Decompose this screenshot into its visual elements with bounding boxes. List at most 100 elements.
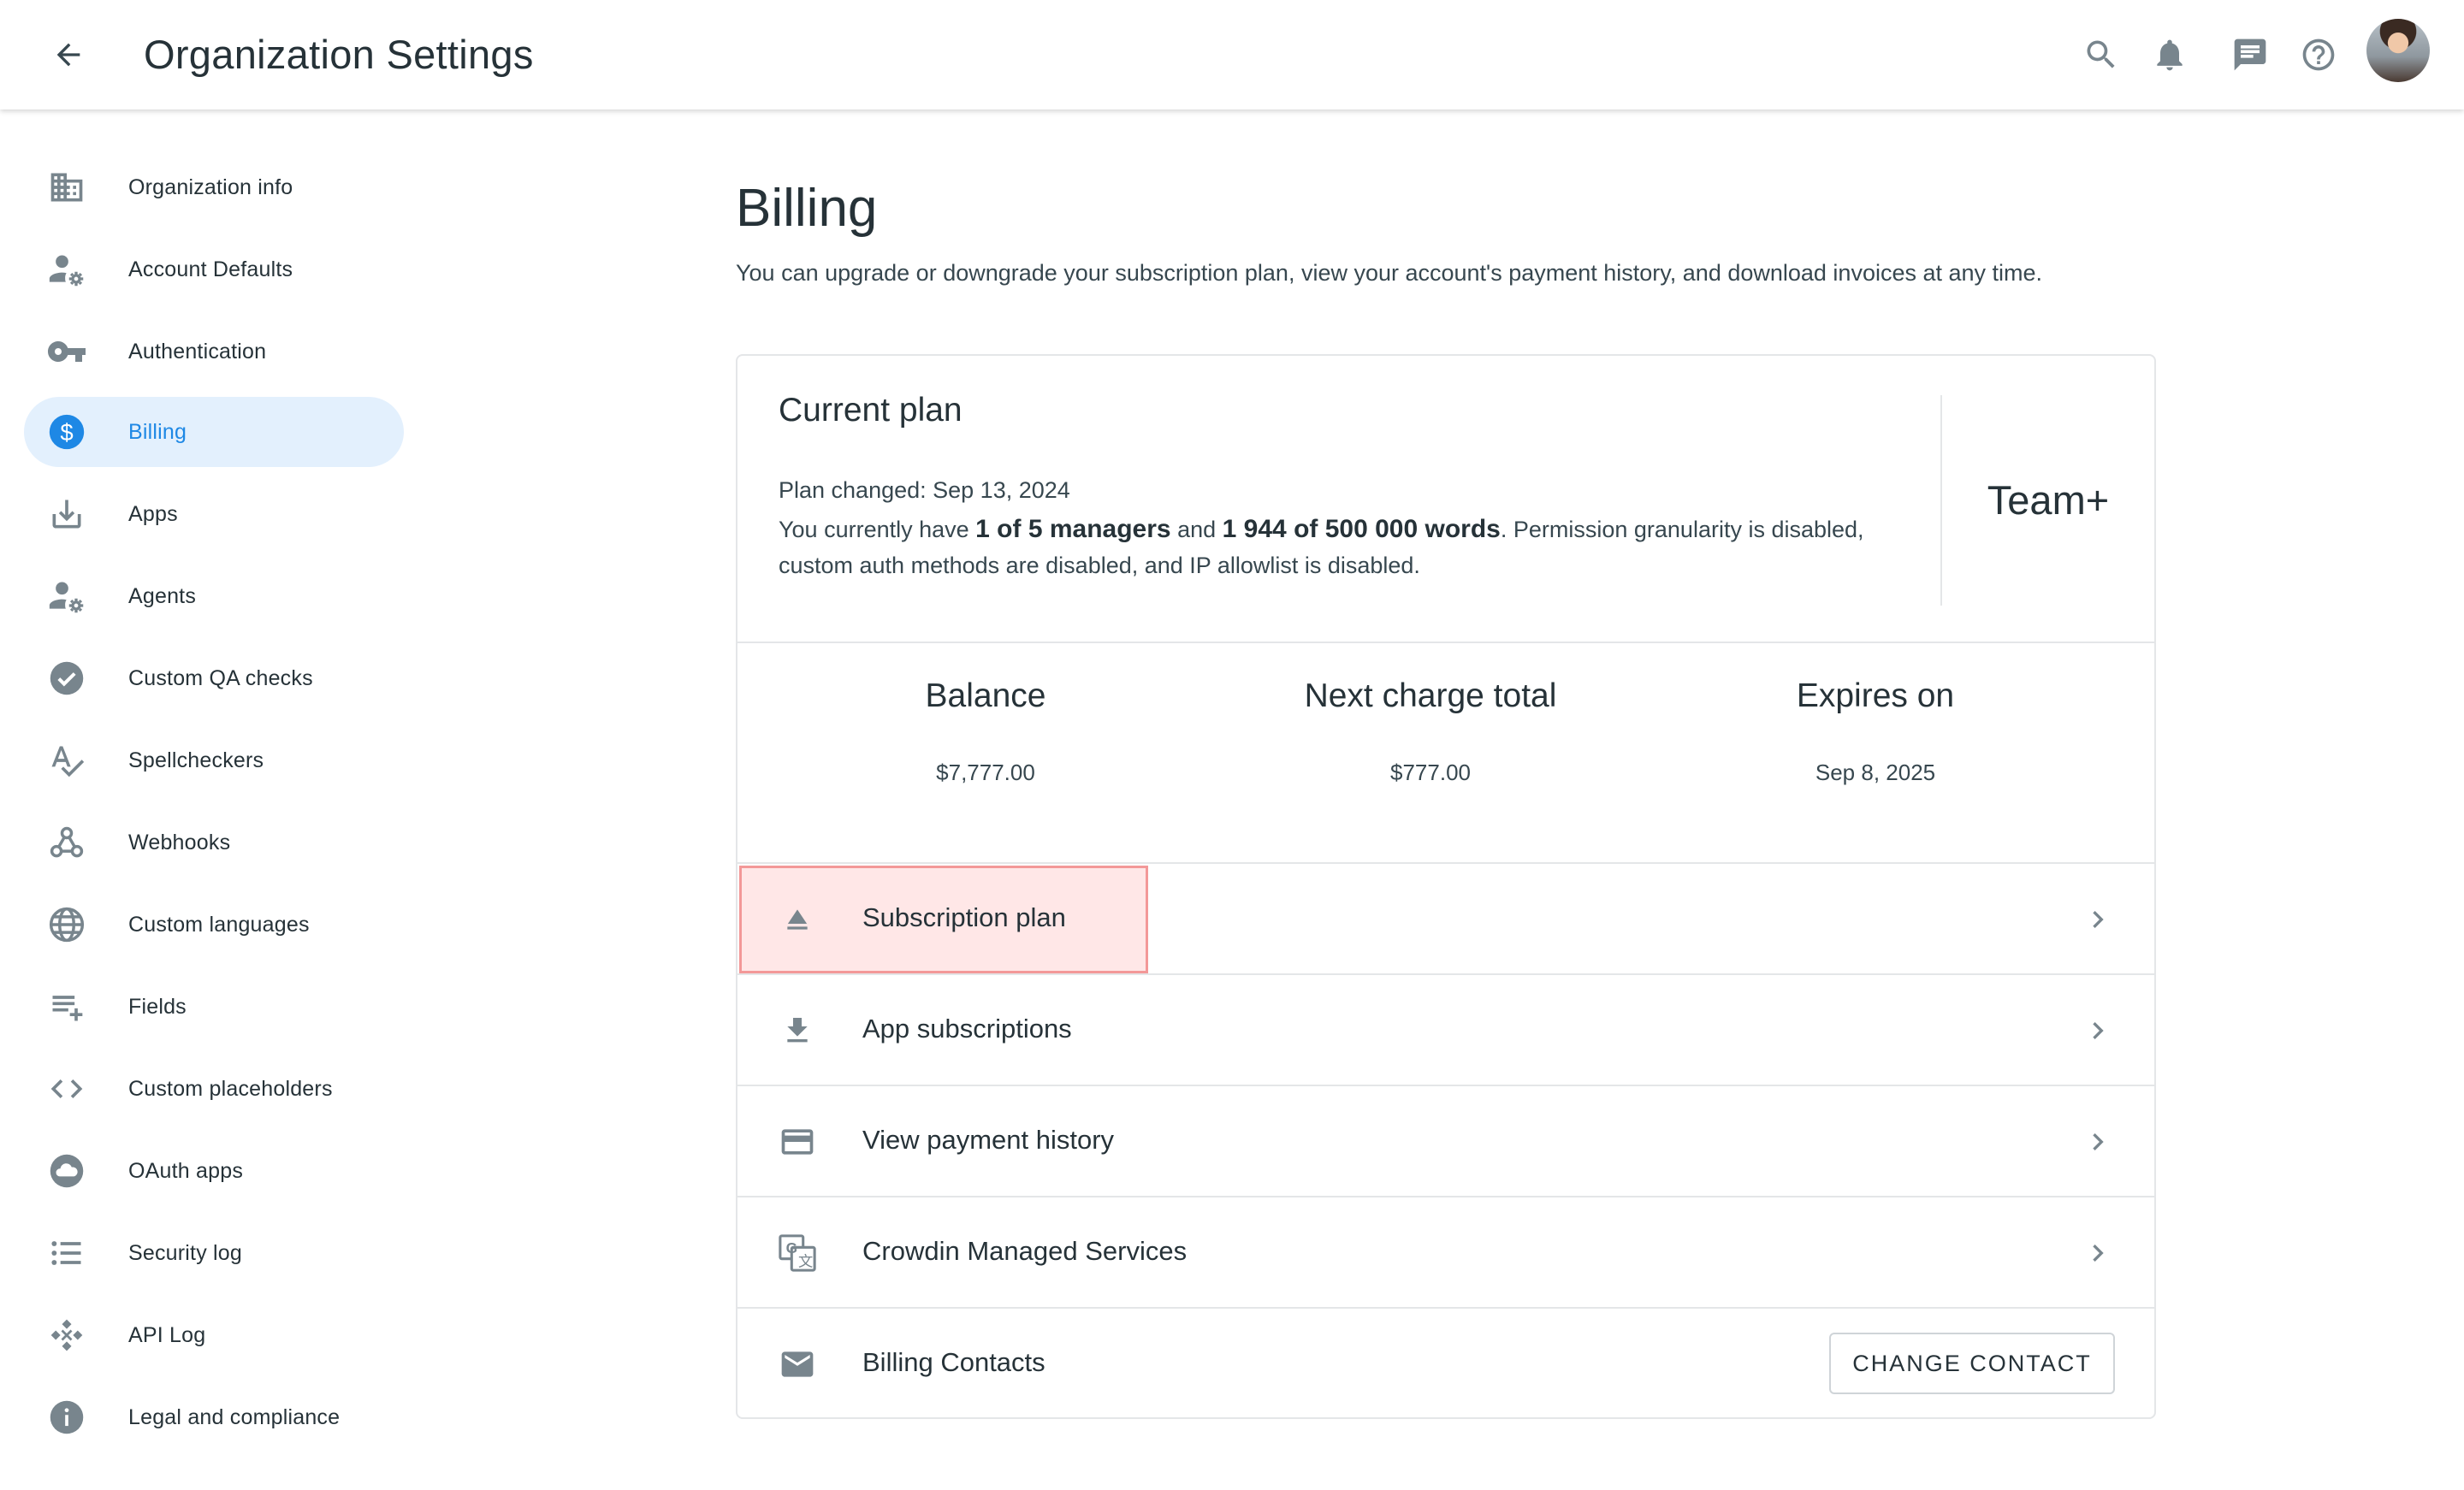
- check-circle-icon: [46, 658, 87, 699]
- sidebar-item-label: Apps: [128, 501, 178, 526]
- sidebar-item-label: Custom placeholders: [128, 1076, 333, 1101]
- sidebar-item-custom-languages[interactable]: Custom languages: [24, 890, 404, 960]
- help-icon: [2302, 38, 2335, 71]
- sidebar-item-custom-qa-checks[interactable]: Custom QA checks: [24, 643, 404, 713]
- svg-text:文: 文: [798, 1252, 813, 1269]
- sidebar-item-legal-and-compliance[interactable]: Legal and compliance: [24, 1382, 404, 1452]
- user-settings-icon: [46, 249, 87, 290]
- billing-stats: Balance $7,777.00 Next charge total $777…: [737, 643, 2154, 864]
- sidebar-item-label: Spellcheckers: [128, 748, 264, 772]
- bell-icon: [2157, 39, 2183, 71]
- chevron-right-icon: [2079, 1012, 2117, 1050]
- sidebar-item-account-defaults[interactable]: Account Defaults: [24, 234, 404, 305]
- user-settings-icon: [46, 576, 87, 617]
- words-count: 1 944 of 500 000 words: [1222, 515, 1501, 543]
- chevron-right-icon: [2079, 901, 2117, 938]
- chat-icon: [2234, 38, 2266, 71]
- notifications-button[interactable]: [2146, 31, 2194, 79]
- sidebar-item-label: Security log: [128, 1240, 243, 1265]
- list-icon: [46, 1233, 87, 1274]
- credit-card-icon: [777, 1121, 818, 1162]
- dollar-icon: $: [46, 411, 87, 452]
- api-icon: [46, 1315, 87, 1356]
- current-plan-section: Current plan Plan changed: Sep 13, 2024 …: [737, 356, 2154, 643]
- billing-description: You can upgrade or downgrade your subscr…: [736, 260, 2043, 286]
- stat-label: Expires on: [1796, 677, 1955, 714]
- messages-button[interactable]: [2226, 31, 2274, 79]
- download-icon: [777, 1010, 818, 1051]
- row-label: Billing Contacts: [862, 1347, 1045, 1377]
- back-button[interactable]: [44, 31, 92, 79]
- search-icon: [2087, 40, 2115, 68]
- sidebar-item-agents[interactable]: Agents: [24, 561, 404, 631]
- stat-expires-on: Expires on Sep 8, 2025: [1653, 643, 2098, 864]
- subscription-plan-row[interactable]: Subscription plan: [737, 864, 2154, 975]
- managed-services-row[interactable]: G文 Crowdin Managed Services: [737, 1197, 2154, 1309]
- stat-value: $7,777.00: [936, 760, 1035, 785]
- stat-label: Balance: [925, 677, 1046, 714]
- sidebar-item-authentication[interactable]: Authentication: [24, 316, 404, 387]
- cloud-icon: [46, 1150, 87, 1191]
- plan-name: Team+: [1987, 476, 2110, 523]
- row-label: App subscriptions: [862, 1014, 1072, 1044]
- avatar[interactable]: [2366, 19, 2430, 82]
- spellcheck-icon: [46, 740, 87, 781]
- sidebar-item-label: Organization info: [128, 174, 293, 199]
- back-arrow-icon: [56, 43, 80, 67]
- page-title: Organization Settings: [144, 32, 534, 77]
- sidebar-item-label: Account Defaults: [128, 257, 293, 281]
- key-icon: [46, 331, 87, 372]
- sidebar-item-label: OAuth apps: [128, 1158, 244, 1183]
- stat-value: $777.00: [1390, 760, 1471, 785]
- sidebar-item-apps[interactable]: Apps: [24, 479, 404, 549]
- managers-count: 1 of 5 managers: [975, 515, 1171, 543]
- info-icon: [46, 1397, 87, 1438]
- sidebar-item-organization-info[interactable]: Organization info: [24, 152, 404, 222]
- globe-icon: [46, 904, 87, 945]
- search-button[interactable]: [2077, 31, 2125, 79]
- sidebar-item-label: Fields: [128, 994, 187, 1019]
- app-subscriptions-row[interactable]: App subscriptions: [737, 975, 2154, 1086]
- sidebar-item-label: Billing: [128, 419, 187, 444]
- sidebar-item-webhooks[interactable]: Webhooks: [24, 807, 404, 878]
- stat-label: Next charge total: [1304, 677, 1557, 714]
- eject-icon: [777, 899, 818, 940]
- code-icon: [46, 1068, 87, 1109]
- billing-contacts-row: Billing Contacts CHANGE CONTACT: [737, 1309, 2154, 1420]
- stat-next-charge: Next charge total $777.00: [1208, 643, 1653, 864]
- current-plan-heading: Current plan: [779, 392, 962, 429]
- sidebar-item-custom-placeholders[interactable]: Custom placeholders: [24, 1054, 404, 1124]
- plan-usage-text: You currently have 1 of 5 managers and 1…: [779, 515, 1864, 578]
- sidebar-item-label: Agents: [128, 583, 197, 608]
- playlist-add-icon: [46, 986, 87, 1027]
- building-icon: [46, 167, 87, 208]
- sidebar-item-security-log[interactable]: Security log: [24, 1218, 404, 1288]
- sidebar-item-fields[interactable]: Fields: [24, 972, 404, 1042]
- svg-text:G: G: [786, 1239, 797, 1256]
- row-label: Crowdin Managed Services: [862, 1236, 1188, 1266]
- stat-value: Sep 8, 2025: [1815, 760, 1936, 785]
- billing-card: Current plan Plan changed: Sep 13, 2024 …: [736, 354, 2156, 1419]
- mail-icon: [777, 1344, 818, 1385]
- sidebar-item-billing[interactable]: $ Billing: [24, 397, 404, 467]
- sidebar-item-label: Webhooks: [128, 830, 231, 854]
- sidebar-item-label: API Log: [128, 1322, 206, 1347]
- payment-history-row[interactable]: View payment history: [737, 1086, 2154, 1197]
- chevron-right-icon: [2079, 1123, 2117, 1161]
- sidebar-item-api-log[interactable]: API Log: [24, 1300, 404, 1370]
- change-contact-button[interactable]: CHANGE CONTACT: [1829, 1333, 2115, 1394]
- sidebar-item-label: Custom QA checks: [128, 665, 313, 690]
- translate-icon: G文: [777, 1233, 818, 1274]
- stat-balance: Balance $7,777.00: [763, 643, 1208, 864]
- billing-heading: Billing: [736, 179, 878, 238]
- help-button[interactable]: [2295, 31, 2343, 79]
- webhook-icon: [46, 822, 87, 863]
- sidebar-item-spellcheckers[interactable]: Spellcheckers: [24, 725, 404, 795]
- sidebar-item-oauth-apps[interactable]: OAuth apps: [24, 1136, 404, 1206]
- sidebar-item-label: Custom languages: [128, 912, 310, 937]
- chevron-right-icon: [2079, 1234, 2117, 1272]
- svg-text:$: $: [60, 419, 73, 446]
- download-icon: [46, 494, 87, 535]
- sidebar-item-label: Legal and compliance: [128, 1404, 341, 1429]
- row-label: Subscription plan: [862, 902, 1066, 932]
